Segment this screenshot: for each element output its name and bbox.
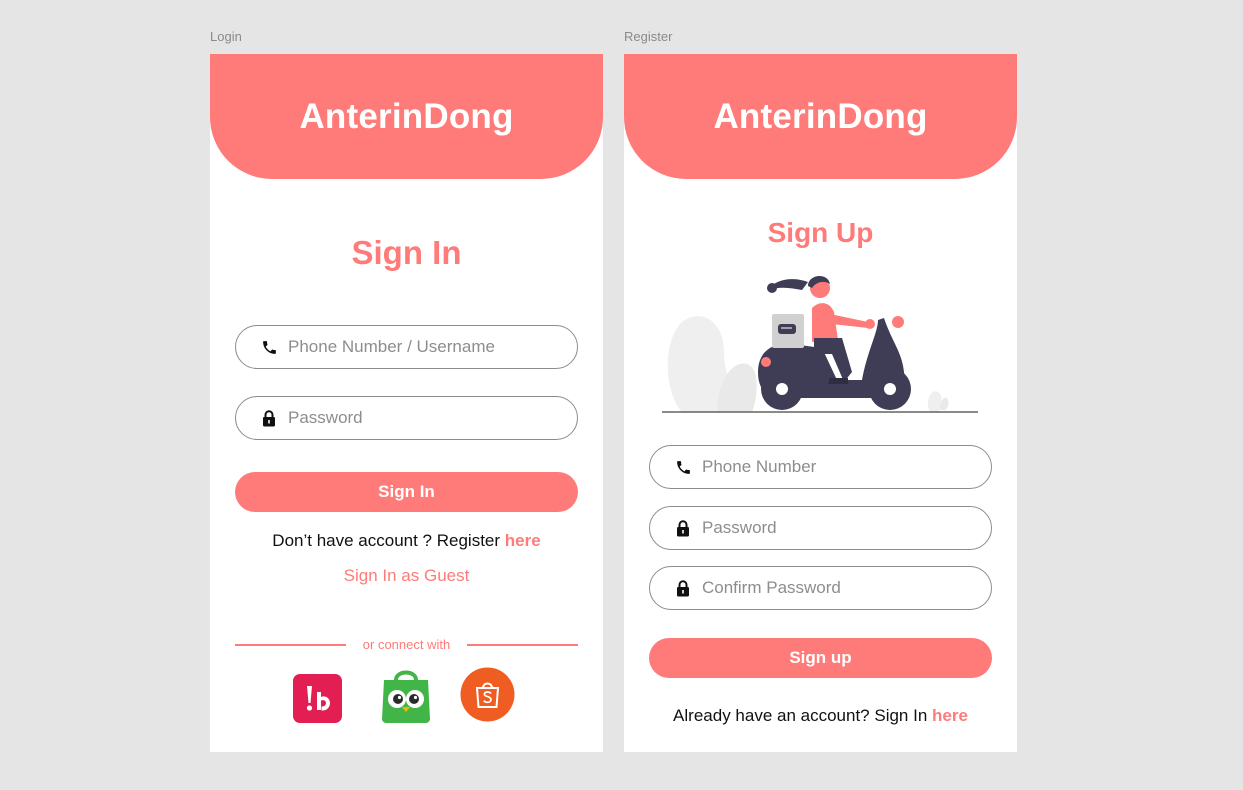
password-field[interactable]	[235, 396, 578, 440]
phone-icon	[260, 338, 278, 356]
register-link[interactable]: here	[505, 531, 541, 550]
lock-icon	[674, 519, 692, 537]
sign-in-link[interactable]: here	[932, 706, 968, 725]
confirm-password-field[interactable]	[649, 566, 992, 610]
register-prompt: Don’t have account ? Register here	[210, 531, 603, 551]
login-screen: AnterinDong Sign In Sign In Don’t have a…	[210, 54, 603, 752]
phone-number-input[interactable]	[702, 457, 972, 477]
password-field[interactable]	[649, 506, 992, 550]
sign-in-prompt: Already have an account? Sign In here	[624, 706, 1017, 726]
page-title: Sign In	[351, 234, 462, 271]
shopee-icon[interactable]	[460, 667, 515, 727]
password-input[interactable]	[288, 408, 558, 428]
phone-username-field[interactable]	[235, 325, 578, 369]
lock-icon	[674, 579, 692, 597]
phone-number-field[interactable]	[649, 445, 992, 489]
sign-up-button[interactable]: Sign up	[649, 638, 992, 678]
register-screen: AnterinDong Sign Up Phone Number Sign up…	[624, 54, 1017, 752]
tokopedia-icon[interactable]	[381, 666, 431, 728]
sign-in-prompt-text: Already have an account? Sign In	[673, 706, 928, 725]
sign-in-button[interactable]: Sign In	[235, 472, 578, 512]
login-frame-label: Login	[210, 29, 242, 44]
phone-icon	[674, 458, 692, 476]
brand-logo-text: AnterinDong	[713, 96, 928, 136]
lock-icon	[260, 409, 278, 427]
password-input[interactable]	[702, 518, 972, 538]
confirm-password-input[interactable]	[702, 578, 972, 598]
bukalapak-icon[interactable]	[293, 674, 342, 728]
connect-divider: or connect with	[235, 637, 578, 652]
register-header: AnterinDong	[624, 54, 1017, 179]
phone-username-input[interactable]	[288, 337, 558, 357]
brand-logo-text: AnterinDong	[299, 96, 514, 136]
register-prompt-text: Don’t have account ? Register	[272, 531, 501, 550]
register-frame-label: Register	[624, 29, 673, 44]
login-header: AnterinDong	[210, 54, 603, 179]
guest-sign-in-link[interactable]: Sign In as Guest	[210, 566, 603, 586]
page-title: Sign Up	[767, 217, 874, 248]
divider-line-right	[467, 644, 578, 646]
scooter-rider-illustration	[662, 272, 978, 414]
